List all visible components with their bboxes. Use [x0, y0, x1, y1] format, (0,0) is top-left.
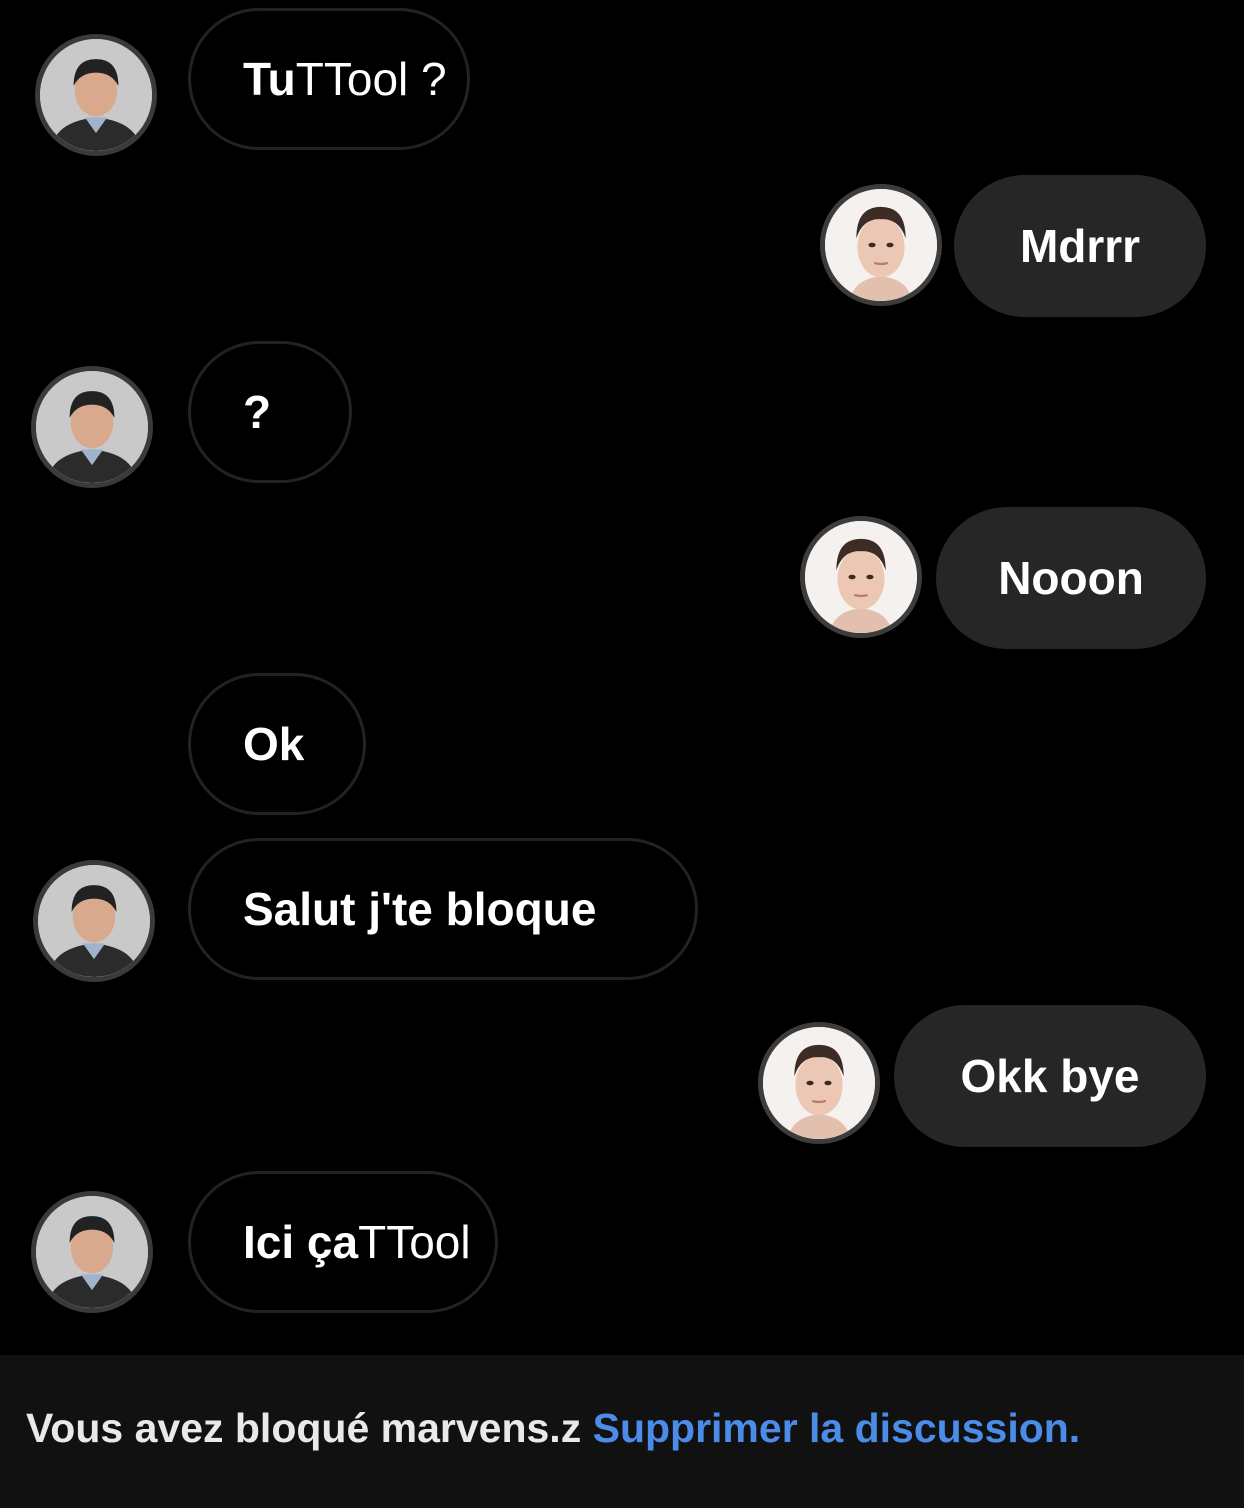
- blocked-footer: Vous avez bloqué marvens.z Supprimer la …: [0, 1355, 1244, 1508]
- message-text: Ok: [243, 718, 305, 770]
- message-text: Salut j'te bloque: [243, 883, 597, 935]
- outgoing-message-bubble[interactable]: Mdrrr: [954, 175, 1206, 317]
- man-avatar-icon: [36, 371, 148, 483]
- message-text: Okk bye: [960, 1050, 1140, 1102]
- message-text: Tu: [243, 53, 296, 105]
- message-text: ?: [243, 386, 272, 438]
- incoming-message-bubble[interactable]: Tu TTool ?: [188, 8, 470, 150]
- message-text-suffix: TTool: [358, 1216, 471, 1268]
- recipient-avatar[interactable]: [800, 516, 922, 638]
- sender-avatar[interactable]: [33, 860, 155, 982]
- woman-avatar-icon: [763, 1027, 875, 1139]
- man-avatar-icon: [38, 865, 150, 977]
- woman-avatar-icon: [825, 189, 937, 301]
- message-thread: Tu TTool ? Mdrrr ? Nooon Ok Salut j'te b…: [0, 0, 1244, 1355]
- incoming-message-bubble[interactable]: ?: [188, 341, 352, 483]
- sender-avatar[interactable]: [31, 366, 153, 488]
- sender-avatar[interactable]: [31, 1191, 153, 1313]
- man-avatar-icon: [40, 39, 152, 151]
- delete-discussion-link[interactable]: Supprimer la discussion.: [593, 1405, 1081, 1451]
- woman-avatar-icon: [805, 521, 917, 633]
- outgoing-message-bubble[interactable]: Nooon: [936, 507, 1206, 649]
- incoming-message-bubble[interactable]: Ici ça TTool: [188, 1171, 498, 1313]
- outgoing-message-bubble[interactable]: Okk bye: [894, 1005, 1206, 1147]
- sender-avatar[interactable]: [35, 34, 157, 156]
- message-text: Nooon: [998, 552, 1144, 604]
- message-text-suffix: TTool ?: [295, 53, 447, 105]
- incoming-message-bubble[interactable]: Salut j'te bloque: [188, 838, 698, 980]
- recipient-avatar[interactable]: [820, 184, 942, 306]
- recipient-avatar[interactable]: [758, 1022, 880, 1144]
- incoming-message-bubble[interactable]: Ok: [188, 673, 366, 815]
- blocked-text: Vous avez bloqué marvens.z: [26, 1405, 582, 1451]
- man-avatar-icon: [36, 1196, 148, 1308]
- message-text: Mdrrr: [1019, 220, 1141, 272]
- message-text: Ici ça: [243, 1216, 359, 1268]
- blocked-notice: Vous avez bloqué marvens.z Supprimer la …: [26, 1405, 1080, 1452]
